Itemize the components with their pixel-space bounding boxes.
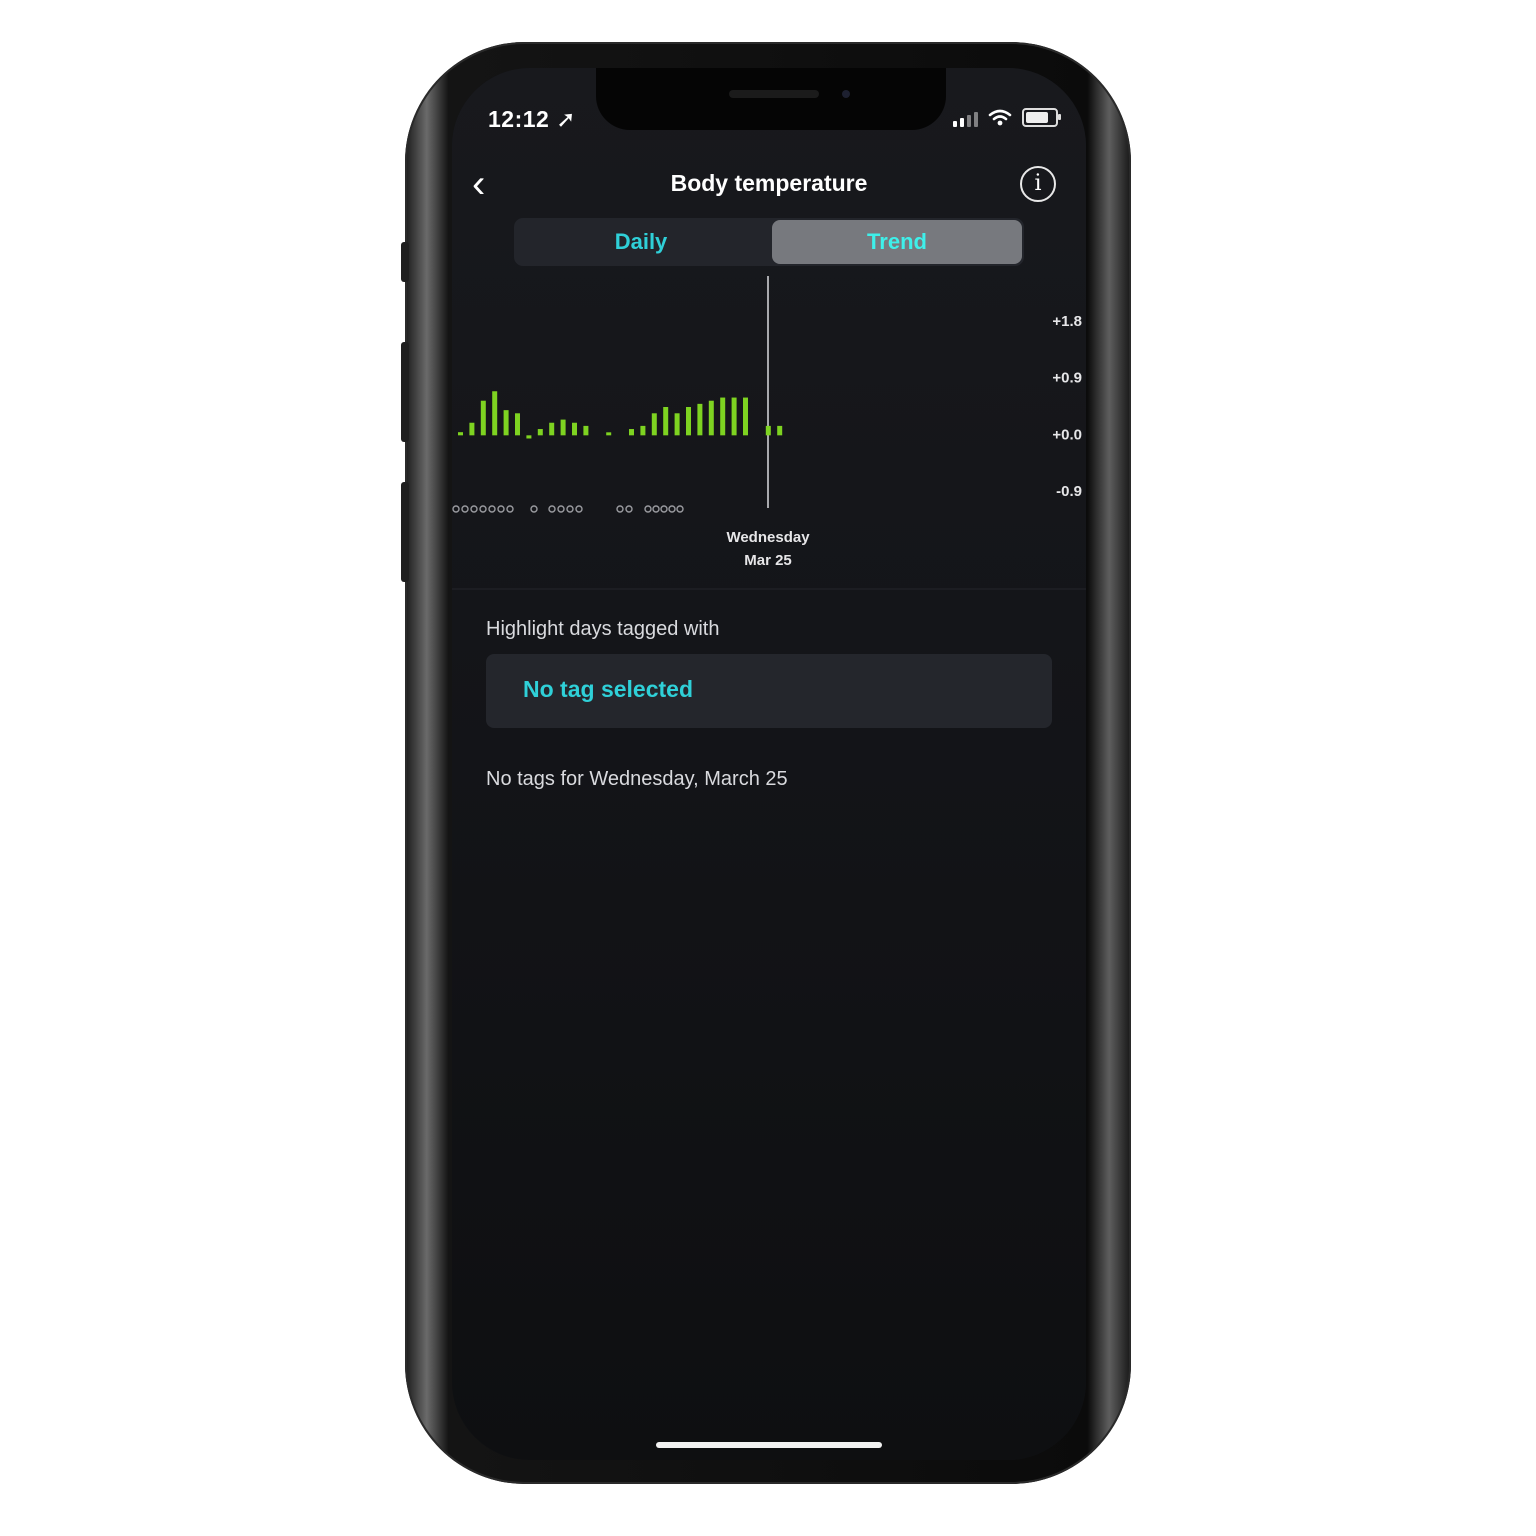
missing-data-marker xyxy=(557,505,565,513)
tags-message: No tags for Wednesday, March 25 xyxy=(486,768,788,790)
temperature-bar[interactable] xyxy=(560,419,566,436)
temperature-bar[interactable] xyxy=(629,429,634,436)
missing-data-marker xyxy=(676,505,684,513)
mute-switch xyxy=(401,242,409,282)
temperature-chart[interactable]: +1.8 +0.9 +0.0 -0.9 Wednesday Mar 25 xyxy=(452,276,1086,588)
temperature-bar[interactable] xyxy=(503,410,509,436)
temperature-bar[interactable] xyxy=(537,429,543,436)
missing-data-marker xyxy=(452,505,460,513)
highlight-label: Highlight days tagged with xyxy=(486,618,720,640)
y-tick-label: +1.8 xyxy=(1052,313,1082,330)
phone-screen: 12:12 ➚ ‹ Body temperature i Daily Trend… xyxy=(452,68,1086,1460)
missing-data-marker xyxy=(652,505,660,513)
missing-data-marker xyxy=(530,505,538,513)
status-time: 12:12 ➚ xyxy=(488,106,576,132)
selected-date: Mar 25 xyxy=(744,552,792,569)
temperature-bar[interactable] xyxy=(708,400,714,436)
selected-weekday: Wednesday xyxy=(726,529,810,546)
temperature-bar[interactable] xyxy=(640,425,646,436)
y-tick-label: +0.9 xyxy=(1052,370,1082,387)
divider xyxy=(452,588,1086,590)
missing-data-marker xyxy=(470,505,478,513)
temperature-bar[interactable] xyxy=(765,425,771,436)
temperature-bar[interactable] xyxy=(720,397,726,436)
temperature-bar[interactable] xyxy=(526,435,532,439)
temperature-bar[interactable] xyxy=(606,432,612,436)
notch xyxy=(596,68,946,130)
missing-data-marker xyxy=(479,505,487,513)
temperature-bar[interactable] xyxy=(492,391,498,436)
missing-data-marker xyxy=(488,505,496,513)
temperature-bar[interactable] xyxy=(686,407,691,436)
battery-icon xyxy=(1022,108,1061,127)
temperature-bar[interactable] xyxy=(583,425,589,436)
missing-data-marker xyxy=(668,505,676,513)
page-title: Body temperature xyxy=(670,170,868,196)
tab-trend[interactable]: Trend xyxy=(772,220,1022,264)
view-segmented-control: Daily Trend xyxy=(514,218,1024,266)
missing-data-marker xyxy=(660,505,668,513)
speaker xyxy=(729,90,819,98)
temperature-bar[interactable] xyxy=(674,413,680,436)
tag-selector[interactable]: No tag selected xyxy=(486,654,1052,728)
missing-data-marker xyxy=(566,505,574,513)
missing-data-marker xyxy=(575,505,583,513)
temperature-bar[interactable] xyxy=(663,407,669,436)
missing-data-marker xyxy=(497,505,505,513)
temperature-bar[interactable] xyxy=(731,397,737,436)
wifi-icon xyxy=(988,109,1012,126)
temperature-bar[interactable] xyxy=(480,400,486,436)
missing-data-marker xyxy=(461,505,469,513)
y-tick-label: -0.9 xyxy=(1056,483,1082,500)
cellular-signal-icon xyxy=(953,112,978,127)
home-indicator[interactable] xyxy=(656,1442,882,1448)
tag-selector-value: No tag selected xyxy=(523,676,693,702)
temperature-bar[interactable] xyxy=(515,413,520,436)
temperature-bar[interactable] xyxy=(572,422,577,436)
temperature-bar[interactable] xyxy=(697,403,703,436)
volume-up-button xyxy=(401,342,409,442)
missing-data-marker xyxy=(625,505,633,513)
missing-data-marker xyxy=(548,505,556,513)
missing-data-marker xyxy=(616,505,624,513)
temperature-bar[interactable] xyxy=(549,422,555,436)
temperature-bar[interactable] xyxy=(743,397,748,436)
volume-down-button xyxy=(401,482,409,582)
temperature-bar[interactable] xyxy=(458,432,463,436)
status-icons xyxy=(953,108,1061,127)
y-tick-label: +0.0 xyxy=(1052,426,1082,443)
temperature-bar[interactable] xyxy=(469,422,475,436)
temperature-bar[interactable] xyxy=(777,425,783,436)
temperature-bar[interactable] xyxy=(651,413,657,436)
missing-data-marker xyxy=(644,505,652,513)
info-icon[interactable]: i xyxy=(1020,166,1056,202)
tab-daily[interactable]: Daily xyxy=(516,220,766,264)
missing-data-marker xyxy=(506,505,514,513)
front-camera xyxy=(842,90,850,98)
